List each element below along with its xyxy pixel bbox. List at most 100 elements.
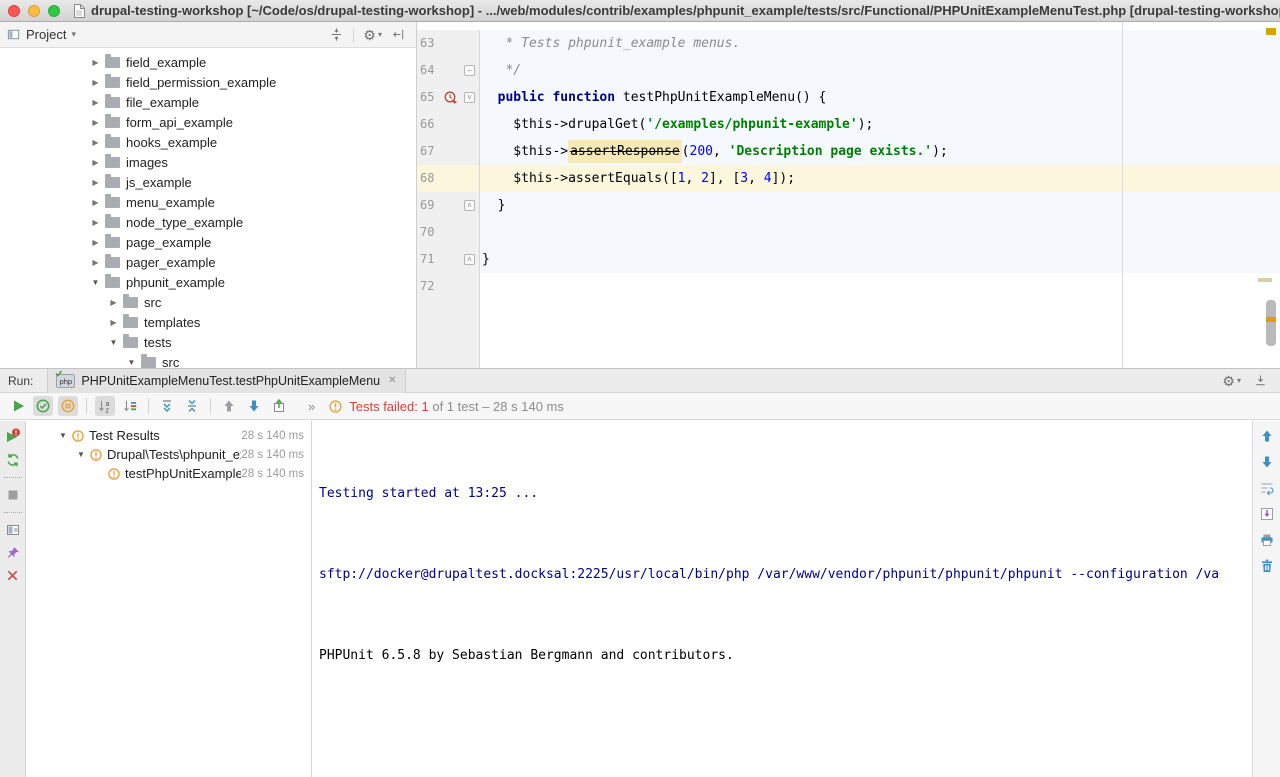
test-tree-class[interactable]: ▼ Drupal\Tests\phpunit_ex: 28 s 140 ms bbox=[27, 445, 311, 464]
error-stripe-mark[interactable] bbox=[1266, 28, 1276, 35]
chevron-down-icon[interactable]: ▼ bbox=[124, 358, 139, 367]
run-configuration-tab[interactable]: php PHPUnitExampleMenuTest.testPhpUnitEx… bbox=[47, 369, 405, 393]
chevron-right-icon[interactable]: ▶ bbox=[88, 58, 103, 67]
code-line-69[interactable]: 69˄ } bbox=[417, 192, 1280, 219]
tree-item-phpunit_example[interactable]: ▼phpunit_example bbox=[0, 272, 416, 292]
chevron-right-icon[interactable]: ▶ bbox=[106, 298, 121, 307]
editor-empty-space[interactable] bbox=[417, 300, 1280, 368]
tree-item-page_example[interactable]: ▶page_example bbox=[0, 232, 416, 252]
project-tab-label[interactable]: Project bbox=[26, 27, 66, 42]
tree-item-field_permission_example[interactable]: ▶field_permission_example bbox=[0, 72, 416, 92]
show-ignored-toggle[interactable] bbox=[58, 396, 78, 416]
sort-alphabetically-toggle[interactable]: az bbox=[95, 396, 115, 416]
pin-tab-button[interactable] bbox=[5, 545, 21, 561]
chevron-down-icon[interactable]: ▼ bbox=[106, 338, 121, 347]
scroll-to-end-button[interactable] bbox=[1259, 506, 1275, 522]
rerun-button[interactable] bbox=[8, 396, 28, 416]
chevron-right-icon[interactable]: ▶ bbox=[106, 318, 121, 327]
stop-button[interactable] bbox=[5, 487, 21, 503]
down-the-stack-trace-button[interactable] bbox=[1259, 454, 1275, 470]
code-line-63[interactable]: 63 * Tests phpunit_example menus. bbox=[417, 30, 1280, 57]
close-button[interactable] bbox=[5, 568, 20, 583]
tree-item-js_example[interactable]: ▶js_example bbox=[0, 172, 416, 192]
rerun-failed-tests-button[interactable] bbox=[4, 428, 21, 445]
export-test-results-button[interactable] bbox=[269, 396, 289, 416]
chevron-right-icon[interactable]: ▶ bbox=[88, 198, 103, 207]
test-tree-root[interactable]: ▼ Test Results 28 s 140 ms bbox=[27, 426, 311, 445]
tree-item-tests[interactable]: ▼tests bbox=[0, 332, 416, 352]
rerun-button[interactable] bbox=[5, 452, 21, 468]
fold-marker-icon[interactable]: − bbox=[464, 65, 475, 76]
chevron-right-icon[interactable]: ▶ bbox=[88, 178, 103, 187]
chevron-right-icon[interactable]: ▶ bbox=[88, 138, 103, 147]
error-stripe-mark[interactable] bbox=[1258, 278, 1272, 282]
code-line-72[interactable]: 72 bbox=[417, 273, 1280, 300]
previous-occurrence-button[interactable] bbox=[219, 396, 239, 416]
chevron-down-icon[interactable]: ▼ bbox=[88, 278, 103, 287]
clear-all-button[interactable] bbox=[1259, 558, 1275, 574]
console-text: Testing started at 13:25 ... bbox=[319, 486, 538, 501]
project-settings-button[interactable]: ⚙▾ bbox=[363, 28, 382, 42]
sort-by-duration-toggle[interactable] bbox=[120, 396, 140, 416]
tree-item-menu_example[interactable]: ▶menu_example bbox=[0, 192, 416, 212]
tree-item-images[interactable]: ▶images bbox=[0, 152, 416, 172]
chevron-right-icon[interactable]: ▶ bbox=[88, 258, 103, 267]
code-line-67[interactable]: 67 $this->assertResponse(200, 'Descripti… bbox=[417, 138, 1280, 165]
run-panel-body: ▼ Test Results 28 s 140 ms ▼ Drupal\Test… bbox=[0, 421, 1280, 777]
chevron-right-icon[interactable]: ▶ bbox=[88, 98, 103, 107]
tree-item-node_type_example[interactable]: ▶node_type_example bbox=[0, 212, 416, 232]
collapse-all-button[interactable] bbox=[182, 396, 202, 416]
chevron-down-icon[interactable]: ▼ bbox=[73, 450, 89, 459]
close-window-button[interactable] bbox=[8, 5, 20, 17]
tree-item-pager_example[interactable]: ▶pager_example bbox=[0, 252, 416, 272]
folder-icon bbox=[123, 337, 138, 348]
fold-marker-icon[interactable]: ˄ bbox=[464, 200, 475, 211]
tree-item-templates[interactable]: ▶templates bbox=[0, 312, 416, 332]
chevron-right-icon[interactable]: ▶ bbox=[88, 158, 103, 167]
editor-scrollbar-thumb[interactable] bbox=[1266, 300, 1276, 346]
fold-marker-icon[interactable]: ˄ bbox=[464, 254, 475, 265]
expand-all-button[interactable] bbox=[157, 396, 177, 416]
code-line-71[interactable]: 71˄ } bbox=[417, 246, 1280, 273]
print-button[interactable] bbox=[1259, 532, 1275, 548]
fold-marker-icon[interactable]: ˅ bbox=[464, 92, 475, 103]
tree-item-field_example[interactable]: ▶field_example bbox=[0, 52, 416, 72]
hide-tool-window-icon[interactable] bbox=[1253, 373, 1268, 388]
next-occurrence-button[interactable] bbox=[244, 396, 264, 416]
test-tree-method[interactable]: testPhpUnitExampleM 28 s 140 ms bbox=[27, 464, 311, 483]
code-line-68-current[interactable]: 68 $this->assertEquals([1, 2], [3, 4]); bbox=[417, 165, 1280, 192]
show-passed-toggle[interactable] bbox=[33, 396, 53, 416]
minimize-window-button[interactable] bbox=[28, 5, 40, 17]
chevron-right-icon[interactable]: ▶ bbox=[88, 238, 103, 247]
folder-icon bbox=[105, 77, 120, 88]
soft-wrap-toggle[interactable] bbox=[1259, 480, 1275, 496]
code-editor[interactable]: 63 * Tests phpunit_example menus. 64− */… bbox=[417, 22, 1280, 368]
restore-layout-button[interactable] bbox=[5, 522, 21, 538]
chevron-right-icon[interactable]: ▶ bbox=[88, 78, 103, 87]
code-line-64[interactable]: 64− */ bbox=[417, 57, 1280, 84]
zoom-window-button[interactable] bbox=[48, 5, 60, 17]
code-line-70[interactable]: 70 bbox=[417, 219, 1280, 246]
locate-file-icon[interactable] bbox=[329, 27, 344, 42]
close-tab-icon[interactable]: ✕ bbox=[388, 375, 396, 386]
chevron-more-icon[interactable]: » bbox=[308, 399, 315, 414]
up-the-stack-trace-button[interactable] bbox=[1259, 428, 1275, 444]
console-text: PHPUnit 6.5.8 by Sebastian Bergmann and … bbox=[319, 648, 734, 663]
line-number: 72 bbox=[420, 273, 434, 300]
code-line-66[interactable]: 66 $this->drupalGet('/examples/phpunit-e… bbox=[417, 111, 1280, 138]
chevron-right-icon[interactable]: ▶ bbox=[88, 218, 103, 227]
test-console-output[interactable]: Testing started at 13:25 ... sftp://dock… bbox=[313, 421, 1252, 777]
code-line-65[interactable]: 65˅ public function testPhpUnitExampleMe… bbox=[417, 84, 1280, 111]
test-duration: 28 s 140 ms bbox=[241, 449, 304, 461]
chevron-down-icon[interactable]: ▾ bbox=[71, 29, 76, 40]
hide-panel-icon[interactable] bbox=[391, 27, 406, 42]
tree-item-hooks_example[interactable]: ▶hooks_example bbox=[0, 132, 416, 152]
tree-item-form_api_example[interactable]: ▶form_api_example bbox=[0, 112, 416, 132]
chevron-right-icon[interactable]: ▶ bbox=[88, 118, 103, 127]
chevron-down-icon[interactable]: ▼ bbox=[55, 431, 71, 440]
failed-test-clock-icon[interactable] bbox=[443, 90, 458, 105]
tree-item-file_example[interactable]: ▶file_example bbox=[0, 92, 416, 112]
folder-icon bbox=[105, 257, 120, 268]
tree-item-src[interactable]: ▶src bbox=[0, 292, 416, 312]
run-settings-button[interactable]: ⚙▾ bbox=[1222, 374, 1241, 388]
